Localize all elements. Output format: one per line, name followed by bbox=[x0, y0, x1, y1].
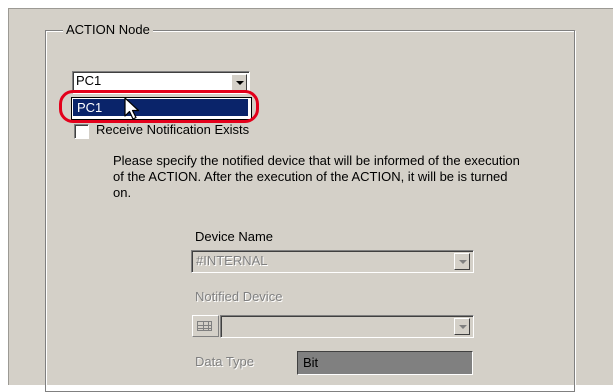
data-type-value: Bit bbox=[303, 355, 319, 370]
device-name-label: Device Name bbox=[195, 229, 274, 244]
groupbox-title: ACTION Node bbox=[63, 22, 153, 37]
action-node-select-value: PC1 bbox=[76, 73, 102, 88]
notified-device-label: Notified Device bbox=[195, 289, 283, 304]
receive-notification-checkbox[interactable] bbox=[74, 124, 89, 139]
device-list-icon bbox=[192, 315, 219, 337]
notified-device-select bbox=[220, 315, 474, 338]
device-name-value: #INTERNAL bbox=[196, 253, 268, 268]
highlight-annotation bbox=[59, 90, 259, 123]
chevron-down-icon bbox=[454, 318, 470, 335]
device-name-select: #INTERNAL bbox=[191, 250, 474, 273]
chevron-down-icon[interactable] bbox=[231, 74, 247, 91]
mouse-pointer-icon bbox=[124, 97, 140, 120]
data-type-value-box: Bit bbox=[297, 351, 473, 375]
chevron-down-icon bbox=[454, 253, 470, 270]
data-type-label: Data Type bbox=[195, 354, 255, 369]
notification-description: Please specify the notified device that … bbox=[113, 153, 520, 200]
receive-notification-label[interactable]: Receive Notification Exists bbox=[96, 122, 249, 137]
